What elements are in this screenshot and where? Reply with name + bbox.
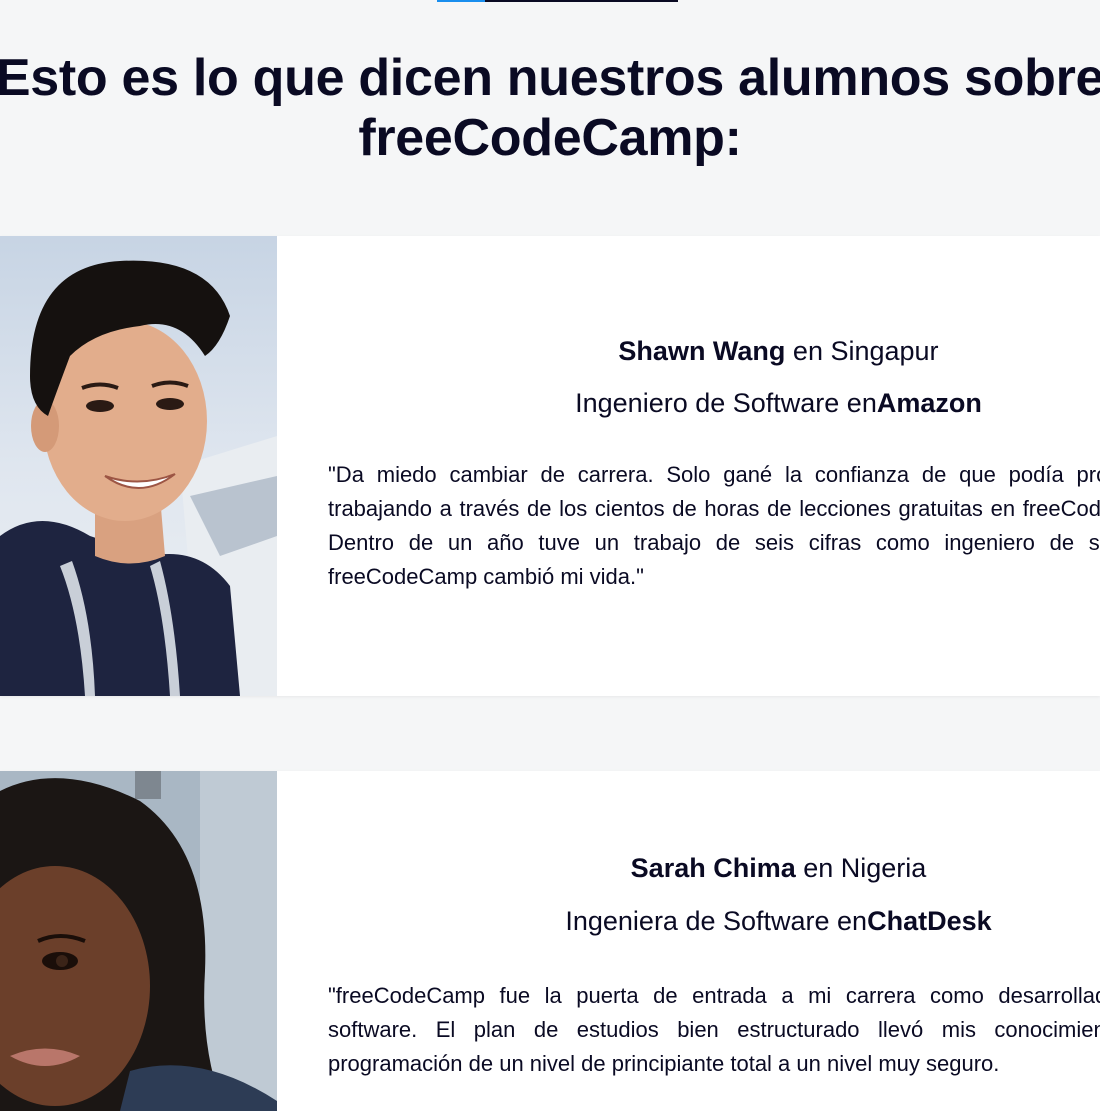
testimonial-card: Sarah Chima en Nigeria Ingeniera de Soft… xyxy=(0,771,1100,1111)
testimonial-name: Sarah Chima xyxy=(630,853,796,883)
sarah-chima-photo xyxy=(0,771,277,1111)
testimonial-company: ChatDesk xyxy=(867,906,992,936)
testimonial-name: Shawn Wang xyxy=(618,336,786,366)
testimonial-photo xyxy=(0,236,277,696)
testimonial-photo xyxy=(0,771,277,1111)
shawn-wang-photo xyxy=(0,236,277,696)
testimonial-body: Shawn Wang en Singapur Ingeniero de Soft… xyxy=(277,236,1100,696)
testimonials-heading: Esto es lo que dicen nuestros alumnos so… xyxy=(0,49,1100,167)
top-divider xyxy=(437,0,678,2)
testimonial-name-line: Sarah Chima en Nigeria xyxy=(277,853,1100,884)
top-divider-accent xyxy=(437,0,485,2)
testimonial-location: Nigeria xyxy=(840,853,927,883)
location-prefix: en xyxy=(795,853,841,883)
testimonial-body: Sarah Chima en Nigeria Ingeniera de Soft… xyxy=(277,771,1100,1111)
testimonial-card: Shawn Wang en Singapur Ingeniero de Soft… xyxy=(0,236,1100,696)
testimonial-quote: "freeCodeCamp fue la puerta de entrada a… xyxy=(328,983,1100,1076)
testimonial-quote: "Da miedo cambiar de carrera. Solo gané … xyxy=(328,462,1100,589)
testimonial-company: Amazon xyxy=(876,388,982,418)
testimonial-role: Ingeniero de Software en xyxy=(575,388,877,418)
testimonial-location: Singapur xyxy=(830,336,939,366)
testimonial-name-line: Shawn Wang en Singapur xyxy=(277,336,1100,367)
testimonial-role: Ingeniera de Software en xyxy=(565,906,868,936)
location-prefix: en xyxy=(785,336,831,366)
testimonial-job-line: Ingeniero de Software enAmazon xyxy=(277,388,1100,419)
testimonial-job-line: Ingeniera de Software enChatDesk xyxy=(277,906,1100,937)
